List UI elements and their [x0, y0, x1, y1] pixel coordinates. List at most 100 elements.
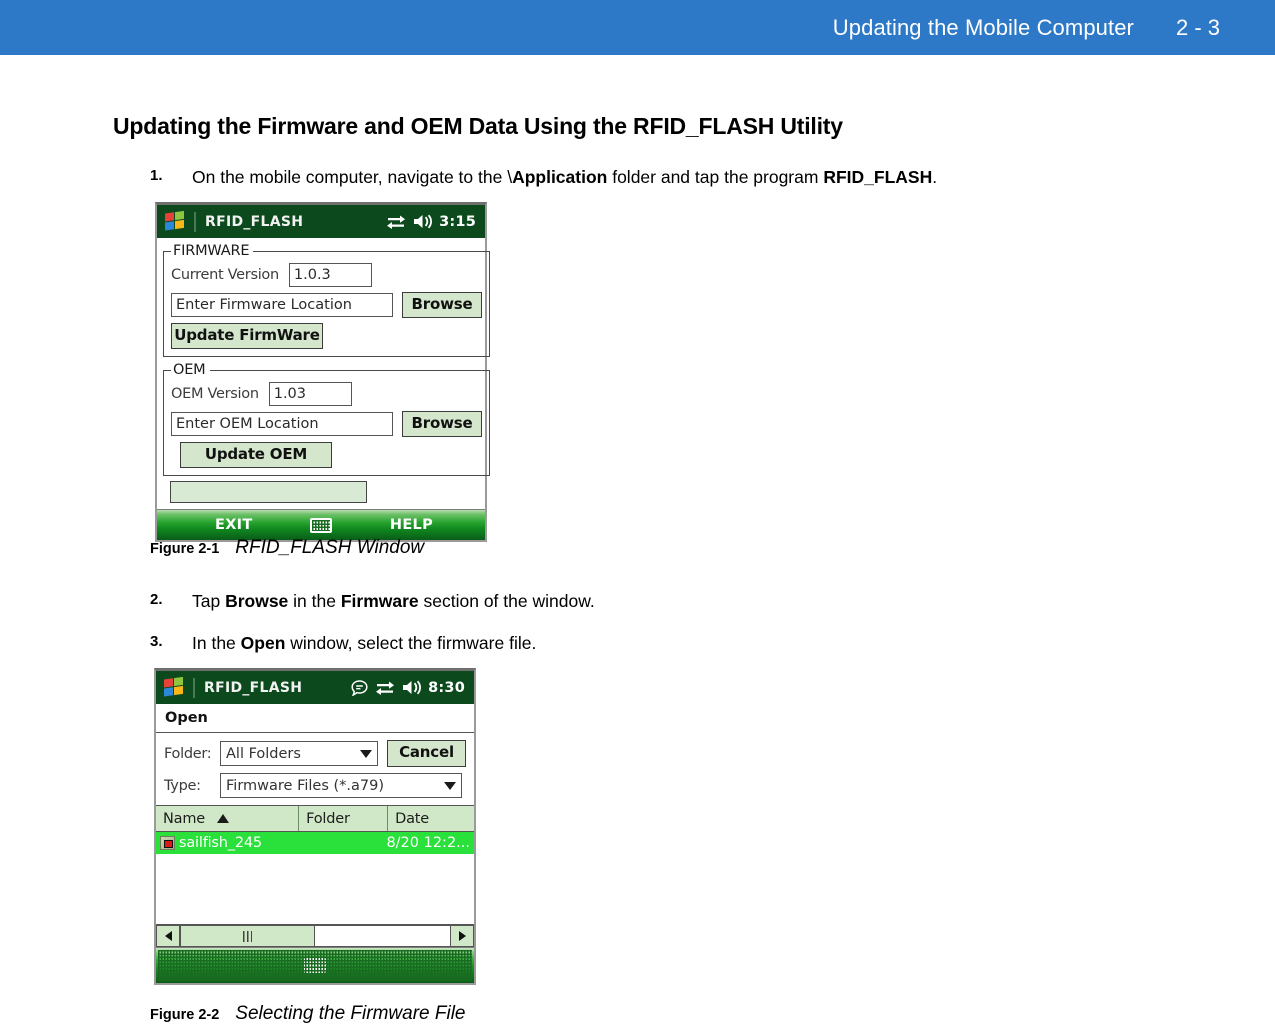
device1-client-area: FIRMWARE Current Version 1.0.3 Enter Fir… [157, 238, 490, 503]
scroll-track[interactable] [180, 925, 450, 947]
title-divider [194, 211, 196, 232]
type-row: Type: Firmware Files (*.a79) [164, 773, 466, 798]
device1-clock: 3:15 [439, 213, 476, 230]
oem-location-row: Enter OEM Location Browse [171, 411, 482, 437]
firmware-location-row: Enter Firmware Location Browse [171, 292, 482, 318]
column-header-name-label: Name [163, 810, 205, 827]
scroll-thumb[interactable] [180, 926, 315, 946]
open-dialog-title: Open [165, 710, 208, 726]
connectivity-icon[interactable] [386, 214, 406, 229]
exit-softkey[interactable]: EXIT [215, 517, 253, 533]
triangle-right-icon [458, 931, 466, 941]
firmware-update-row: Update FirmWare [171, 323, 482, 349]
folder-select[interactable]: All Folders [220, 741, 378, 766]
keyboard-icon[interactable] [310, 517, 332, 533]
windows-flag-icon [165, 210, 187, 232]
cancel-button[interactable]: Cancel [387, 740, 466, 767]
step-1-number: 1. [150, 167, 163, 184]
device2-softkey-bar [156, 947, 474, 983]
oem-location-input[interactable]: Enter OEM Location [171, 412, 393, 436]
step-2-text-mid: in the [288, 591, 341, 611]
figure-2-1-text: RFID_FLASH Window [235, 537, 425, 558]
firmware-version-label: Current Version [171, 267, 279, 283]
table-row[interactable]: sailfish_245 8/20 12:2... [156, 832, 474, 854]
device2-titlebar: RFID_FLASH 8:30 [156, 671, 474, 704]
scroll-left-button[interactable] [156, 925, 180, 947]
firmware-version-row: Current Version 1.0.3 [171, 263, 482, 287]
grip-icon [243, 930, 252, 942]
status-field [170, 481, 367, 503]
step-2-text-before: Tap [192, 591, 226, 611]
update-oem-button[interactable]: Update OEM [180, 442, 332, 468]
file-name: sailfish_245 [179, 835, 262, 851]
device1-softkey-bar: EXIT HELP [157, 509, 485, 540]
figure-2-2-label: Figure 2-2 [150, 1007, 220, 1023]
step-2-text-after: section of the window. [418, 591, 595, 611]
figure-2-2-caption: Figure 2-2 Selecting the Firmware File [150, 1003, 466, 1025]
keyboard-icon[interactable] [304, 958, 326, 973]
device2-system-tray: 8:30 [351, 671, 465, 704]
device2-app-name: RFID_FLASH [204, 679, 303, 696]
firmware-browse-button[interactable]: Browse [402, 292, 482, 318]
chevron-down-icon [444, 781, 456, 790]
open-dialog-title-row: Open [156, 704, 474, 733]
folder-select-value: All Folders [226, 745, 301, 762]
step-1-text-mid: folder and tap the program [607, 167, 824, 187]
step-1-bold-rfidflash: RFID_FLASH [823, 167, 933, 187]
file-date: 8/20 12:2... [386, 835, 470, 851]
oem-version-value: 1.03 [268, 382, 352, 406]
step-1-text-before: On the mobile computer, navigate to the … [192, 167, 513, 187]
step-3-number: 3. [150, 633, 163, 650]
step-2-number: 2. [150, 591, 163, 608]
triangle-left-icon [164, 931, 172, 941]
device1-system-tray: 3:15 [386, 205, 476, 238]
oem-update-row: Update OEM [171, 442, 482, 468]
step-2-text: Tap Browse in the Firmware section of th… [192, 591, 595, 612]
file-list-header: Name Folder Date [156, 805, 474, 832]
firmware-location-input[interactable]: Enter Firmware Location [171, 293, 393, 317]
connectivity-icon[interactable] [375, 680, 395, 695]
title-divider [193, 677, 195, 698]
type-label: Type: [164, 777, 201, 794]
windows-flag-icon [164, 676, 186, 698]
step-3-text-before: In the [192, 633, 241, 653]
step-1-text-after: . [932, 167, 938, 187]
step-1-bold-application: Application [512, 167, 608, 187]
column-header-folder[interactable]: Folder [299, 806, 389, 831]
device1-titlebar: RFID_FLASH 3:15 [157, 205, 485, 238]
device1-app-name: RFID_FLASH [205, 213, 304, 230]
column-header-date[interactable]: Date [388, 806, 474, 831]
file-list-area: sailfish_245 8/20 12:2... [156, 832, 474, 925]
open-dialog-body: Folder: All Folders Cancel Type: Firmwar… [156, 733, 474, 805]
oem-group: OEM OEM Version 1.03 Enter OEM Location … [163, 362, 490, 476]
device-screenshot-open-dialog: RFID_FLASH 8:30 Open Folder: All Folders… [154, 668, 476, 985]
oem-group-legend: OEM [173, 362, 206, 378]
firmware-version-value: 1.0.3 [288, 263, 372, 287]
file-icon [160, 836, 175, 850]
device2-clock: 8:30 [428, 679, 465, 696]
step-1-text: On the mobile computer, navigate to the … [192, 167, 937, 188]
column-header-name[interactable]: Name [156, 806, 300, 831]
figure-2-2-text: Selecting the Firmware File [235, 1003, 466, 1024]
volume-icon[interactable] [402, 680, 422, 695]
figure-2-1-caption: Figure 2-1 RFID_FLASH Window [150, 537, 424, 559]
horizontal-scrollbar[interactable] [156, 925, 474, 947]
step-3-text-mid: window, select the firmware file. [285, 633, 537, 653]
step-2-bold-firmware: Firmware [340, 591, 419, 611]
device-screenshot-rfid-flash: RFID_FLASH 3:15 FIRMWARE Current Version [155, 202, 490, 542]
speech-bubble-icon[interactable] [351, 679, 368, 696]
folder-label: Folder: [164, 745, 212, 762]
update-firmware-button[interactable]: Update FirmWare [171, 323, 323, 349]
type-select-value: Firmware Files (*.a79) [226, 777, 384, 794]
figure-2-1-label: Figure 2-1 [150, 541, 220, 557]
section-heading: Updating the Firmware and OEM Data Using… [113, 113, 843, 139]
help-softkey[interactable]: HELP [390, 517, 433, 533]
scroll-right-button[interactable] [450, 925, 474, 947]
step-3: 3. In the Open window, select the firmwa… [150, 633, 536, 654]
step-2-bold-browse: Browse [225, 591, 289, 611]
header-page-number: 2 - 3 [1175, 14, 1220, 40]
type-select[interactable]: Firmware Files (*.a79) [220, 773, 462, 798]
step-1: 1. On the mobile computer, navigate to t… [150, 167, 937, 188]
volume-icon[interactable] [413, 214, 433, 229]
oem-browse-button[interactable]: Browse [402, 411, 482, 437]
